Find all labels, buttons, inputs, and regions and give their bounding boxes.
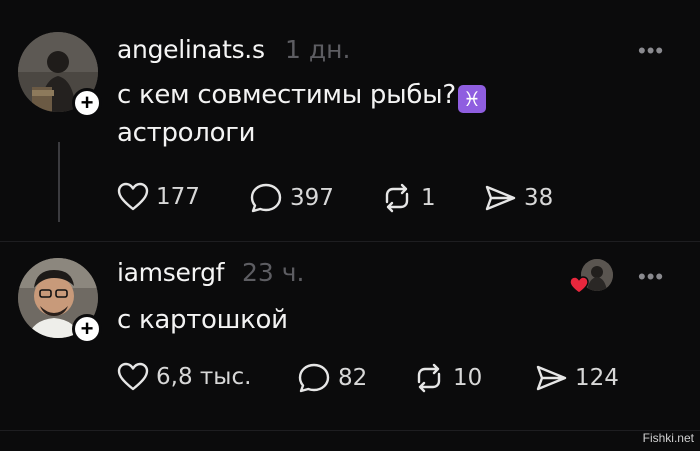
repost-count: 1 — [421, 185, 436, 211]
comment-count: 397 — [290, 185, 334, 211]
comment-icon — [250, 183, 282, 213]
share-count: 124 — [575, 365, 619, 391]
heart-icon — [117, 182, 149, 211]
post-angelinats: + angelinats.s 1 дн. ••• с кем совместим… — [0, 0, 700, 240]
share-count: 38 — [524, 185, 554, 211]
post-time: 23 ч. — [242, 258, 305, 287]
heart-icon — [117, 362, 149, 391]
like-count: 6,8 тыс. — [156, 364, 252, 390]
repost-button[interactable]: 1 — [380, 182, 436, 214]
comment-button[interactable]: 397 — [249, 182, 334, 214]
heart-icon — [569, 276, 589, 294]
follow-button[interactable]: + — [72, 314, 102, 344]
username[interactable]: angelinats.s — [117, 35, 265, 64]
send-icon — [536, 365, 567, 391]
share-button[interactable]: 38 — [483, 182, 553, 214]
watermark: Fishki.net — [642, 431, 694, 445]
post-time: 1 дн. — [285, 35, 351, 64]
repost-count: 10 — [453, 365, 483, 391]
action-bar: 177 397 1 38 — [117, 182, 617, 222]
action-bar: 6,8 тыс. 82 10 124 — [117, 362, 637, 402]
repost-icon — [385, 183, 409, 213]
username[interactable]: iamsergf — [117, 258, 224, 287]
share-button[interactable]: 124 — [534, 362, 619, 394]
comment-count: 82 — [338, 365, 368, 391]
post-text-line: астрологи — [117, 118, 256, 148]
repost-button[interactable]: 10 — [412, 362, 482, 394]
pisces-emoji: ♓ — [457, 85, 486, 113]
like-button[interactable]: 177 — [117, 182, 200, 212]
post-text: с картошкой — [117, 301, 288, 339]
post-text-line: с кем совместимы рыбы? — [117, 80, 456, 110]
repost-icon — [417, 363, 441, 393]
like-button[interactable]: 6,8 тыс. — [117, 362, 251, 392]
comment-button[interactable]: 82 — [297, 362, 367, 394]
thread-line — [58, 142, 60, 222]
post-text: с кем совместимы рыбы? ♓ астрологи — [117, 76, 486, 152]
send-icon — [485, 185, 516, 211]
post-text-line: с картошкой — [117, 305, 288, 335]
like-count: 177 — [156, 184, 200, 210]
post-divider — [0, 430, 700, 431]
more-options-button[interactable]: ••• — [638, 266, 664, 288]
post-iamsergf: + iamsergf 23 ч. ••• с картошкой 6,8 тыс… — [0, 242, 700, 451]
comment-icon — [298, 363, 330, 393]
more-options-button[interactable]: ••• — [638, 40, 664, 62]
follow-button[interactable]: + — [72, 88, 102, 118]
